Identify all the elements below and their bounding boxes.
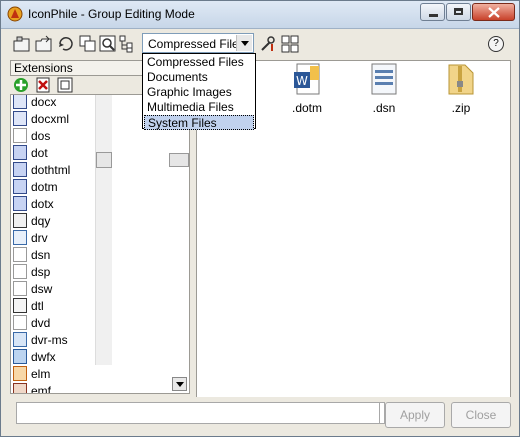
title-bar: IconPhile - Group Editing Mode	[1, 1, 519, 29]
chevron-down-icon[interactable]	[172, 377, 187, 391]
extensions-header-label: Extensions	[14, 61, 73, 75]
app-logo-icon	[7, 6, 23, 22]
word-template-icon: W	[294, 63, 320, 95]
blank-file-icon	[13, 247, 27, 262]
extensions-scrollbar[interactable]	[95, 95, 112, 365]
list-item[interactable]: dwfx	[13, 349, 93, 366]
list-item[interactable]: dos	[13, 128, 93, 145]
word-document-icon	[13, 111, 27, 126]
maximize-icon	[454, 8, 463, 15]
delete-icon[interactable]	[35, 77, 51, 93]
list-item[interactable]: dothtml	[13, 162, 93, 179]
list-item[interactable]: dsn	[13, 247, 93, 264]
dropdown-option-documents[interactable]: Documents	[144, 70, 254, 85]
list-item[interactable]: drv	[13, 230, 93, 247]
list-item[interactable]: dsw	[13, 281, 93, 298]
status-field[interactable]	[16, 402, 380, 424]
file-tile-zip[interactable]: .zip	[431, 61, 491, 121]
list-item[interactable]: dqy	[13, 213, 93, 230]
list-item[interactable]: dtl	[13, 298, 93, 315]
svg-text:W: W	[296, 74, 308, 88]
help-icon: ?	[493, 38, 499, 49]
office-file-icon	[13, 366, 27, 381]
chevron-down-icon[interactable]	[236, 35, 252, 51]
paint-file-icon	[13, 383, 27, 393]
list-item[interactable]: dvr-ms	[13, 332, 93, 349]
toolbar: ?	[1, 29, 519, 59]
tools-icon[interactable]	[259, 35, 277, 53]
list-item[interactable]: docxml	[13, 111, 93, 128]
dropdown-option-graphic[interactable]: Graphic Images	[144, 85, 254, 100]
close-icon	[488, 7, 500, 18]
blank-file-icon	[13, 281, 27, 296]
word-template-icon	[13, 162, 27, 177]
dropdown-option-multimedia[interactable]: Multimedia Files	[144, 100, 254, 115]
dropdown-option-system[interactable]: System Files	[144, 115, 254, 130]
close-button[interactable]: Close	[451, 402, 511, 428]
list-item[interactable]: dotx	[13, 196, 93, 213]
scrollbar-thumb[interactable]	[96, 152, 112, 168]
copy-icon[interactable]	[79, 35, 97, 53]
apply-button[interactable]: Apply	[385, 402, 445, 428]
main-window: IconPhile - Group Editing Mode ? Compres…	[0, 0, 520, 437]
driver-icon	[13, 230, 27, 245]
data-source-icon	[371, 63, 397, 95]
xps-file-icon	[13, 349, 27, 364]
file-tile-dotm[interactable]: W .dotm	[277, 61, 337, 121]
close-window-button[interactable]	[472, 3, 515, 21]
word-template-icon	[13, 145, 27, 160]
extensions-list: docx docxml dos dot dothtml dotm dotx dq…	[10, 94, 190, 394]
filter-selected-label: Compressed Files	[148, 37, 245, 51]
grid-view-icon[interactable]	[281, 35, 299, 53]
list-item[interactable]: emf	[13, 383, 93, 393]
maximize-button[interactable]	[446, 3, 471, 21]
blank-file-icon	[13, 315, 27, 330]
file-label: .dsn	[372, 101, 396, 115]
word-template-icon	[13, 179, 27, 194]
list-item[interactable]: dsp	[13, 264, 93, 281]
file-label: .dotm	[291, 101, 322, 115]
media-file-icon	[13, 332, 27, 347]
file-label: .zip	[451, 101, 471, 115]
filter-dropdown-list: Compressed Files Documents Graphic Image…	[142, 53, 256, 130]
window-icon[interactable]	[57, 77, 73, 93]
list-item[interactable]: elm	[13, 366, 93, 383]
blank-file-icon	[13, 128, 27, 143]
open-folder-icon[interactable]	[13, 35, 31, 53]
filter-dropdown[interactable]: Compressed Files	[142, 33, 254, 53]
zip-folder-icon	[448, 64, 474, 95]
blank-file-icon	[13, 264, 27, 279]
tree-view-icon[interactable]	[119, 35, 137, 53]
search-icon[interactable]	[99, 35, 117, 53]
list-item[interactable]: dotm	[13, 179, 93, 196]
word-template-icon	[13, 196, 27, 211]
minimize-button[interactable]	[420, 3, 445, 21]
query-icon	[13, 213, 27, 228]
bottom-bar: Apply Close	[1, 397, 519, 436]
add-icon[interactable]	[13, 77, 29, 93]
minimize-icon	[429, 14, 438, 17]
save-folder-icon[interactable]	[35, 35, 53, 53]
list-item[interactable]: dot	[13, 145, 93, 162]
dropdown-option-compressed[interactable]: Compressed Files	[144, 55, 254, 70]
refresh-icon[interactable]	[57, 35, 75, 53]
list-item[interactable]: dvd	[13, 315, 93, 332]
window-title: IconPhile - Group Editing Mode	[28, 7, 195, 21]
list-item[interactable]: docx	[13, 95, 93, 111]
text-window-icon	[13, 298, 27, 313]
file-tile-dsn[interactable]: .dsn	[354, 61, 414, 121]
help-button[interactable]: ?	[488, 36, 504, 52]
secondary-scroll-box[interactable]	[169, 153, 189, 167]
word-document-icon	[13, 95, 27, 109]
